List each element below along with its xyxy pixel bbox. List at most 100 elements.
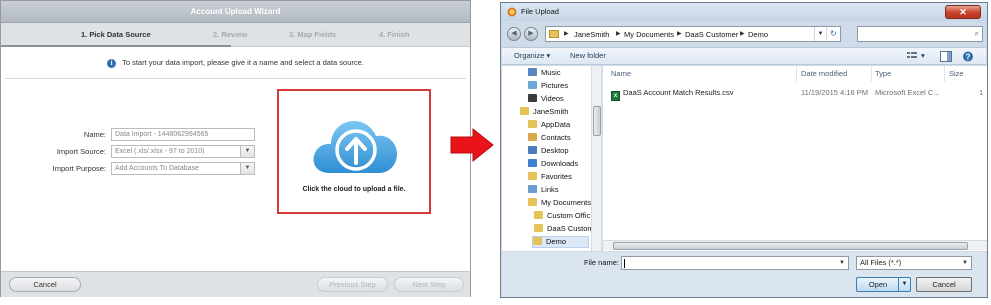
breadcrumb-daas-customer[interactable]: DaaS Customer — [685, 30, 738, 39]
name-label: Name: — [83, 130, 106, 139]
nav-label: AppData — [541, 120, 571, 129]
import-source-select[interactable]: Excel (.xls/.xlsx - 97 to 2010) ▼ — [111, 145, 255, 158]
breadcrumb-my-documents[interactable]: My Documents — [624, 30, 674, 39]
chevron-down-icon[interactable]: ▼ — [240, 163, 254, 174]
file-name-label: File name: — [584, 258, 620, 267]
import-purpose-label: Import Purpose: — [52, 164, 106, 173]
pictures-icon — [528, 81, 537, 89]
nav-item-music[interactable]: Music — [528, 68, 561, 80]
nav-label: Demo — [546, 237, 567, 246]
nav-item-janesmith[interactable]: JaneSmith — [520, 107, 568, 119]
nav-item-contacts[interactable]: Contacts — [528, 133, 571, 145]
dialog-title: File Upload — [521, 7, 559, 16]
nav-item-pictures[interactable]: Pictures — [528, 81, 568, 93]
nav-item-links[interactable]: Links — [528, 185, 559, 197]
nav-scroll-thumb[interactable] — [593, 106, 601, 136]
chevron-down-icon[interactable]: ▼ — [814, 27, 826, 41]
folder-icon — [528, 120, 537, 128]
navigation-pane: Music Pictures Videos JaneSmith AppData … — [502, 66, 602, 251]
horizontal-scroll-thumb[interactable] — [613, 242, 968, 250]
nav-scrollbar[interactable] — [591, 66, 601, 251]
music-icon — [528, 68, 537, 76]
import-purpose-row: Import Purpose: Add Accounts To Database… — [1, 162, 261, 176]
file-name-cell[interactable]: x DaaS Account Match Results.csv — [611, 88, 733, 101]
import-purpose-select[interactable]: Add Accounts To Database ▼ — [111, 162, 255, 175]
chevron-down-icon[interactable]: ▼ — [959, 257, 971, 269]
name-input[interactable]: Data Import - 1448062994565 — [111, 128, 255, 141]
column-type[interactable]: Type — [875, 69, 891, 78]
dialog-cancel-button[interactable]: Cancel — [916, 277, 972, 292]
forward-icon[interactable]: ▶ — [524, 27, 538, 41]
chevron-down-icon[interactable]: ▼ — [836, 257, 848, 269]
organize-menu[interactable]: Organize ▾ — [514, 51, 550, 60]
file-type-cell: Microsoft Excel C... — [875, 88, 940, 97]
column-date-modified[interactable]: Date modified — [801, 69, 847, 78]
step-pick-data-source: 1. Pick Data Source — [81, 30, 151, 39]
close-button[interactable]: ✕ — [945, 5, 981, 19]
nav-item-videos[interactable]: Videos — [528, 94, 564, 106]
nav-item-downloads[interactable]: Downloads — [528, 159, 578, 171]
address-bar[interactable]: ▶ JaneSmith ▶ My Documents ▶ DaaS Custom… — [545, 26, 841, 42]
folder-icon — [533, 237, 542, 245]
file-list: Name Date modified Type Size x DaaS Accou… — [603, 66, 987, 251]
nav-label: JaneSmith — [533, 107, 569, 116]
cancel-button[interactable]: Cancel — [9, 277, 81, 292]
info-text: To start your data import, please give i… — [122, 58, 364, 67]
import-source-value: Excel (.xls/.xlsx - 97 to 2010) — [115, 148, 205, 155]
chevron-right-icon[interactable]: ▶ — [740, 30, 745, 37]
step-finish: 4. Finish — [379, 30, 410, 39]
dialog-toolbar: Organize ▾ New folder ▾ ? — [502, 47, 986, 65]
column-separator[interactable] — [944, 66, 945, 82]
folder-icon — [534, 224, 543, 232]
view-options-icon[interactable] — [906, 51, 918, 62]
dialog-titlebar: File Upload ✕ — [501, 3, 987, 21]
chevron-right-icon[interactable]: ▶ — [677, 30, 682, 37]
upload-drop-zone[interactable]: Click the cloud to upload a file. — [277, 89, 431, 214]
chevron-right-icon[interactable]: ▶ — [564, 30, 569, 37]
search-input[interactable]: ⌕ — [857, 26, 983, 42]
file-type-filter[interactable]: All Files (*.*) ▼ — [856, 256, 972, 270]
nav-item-custom-office[interactable]: Custom Offic — [534, 211, 590, 223]
desktop-icon — [528, 146, 537, 154]
import-source-row: Import Source: Excel (.xls/.xlsx - 97 to… — [1, 145, 261, 159]
nav-label: Music — [541, 68, 561, 77]
search-icon[interactable]: ⌕ — [975, 29, 979, 39]
chevron-right-icon[interactable]: ▶ — [616, 30, 621, 37]
wizard-steps: 1. Pick Data Source 2. Review 3. Map Fie… — [1, 23, 470, 47]
column-separator[interactable] — [796, 66, 797, 82]
file-name: DaaS Account Match Results.csv — [623, 88, 734, 97]
text-caret — [624, 259, 625, 268]
nav-label: Downloads — [541, 159, 579, 168]
nav-item-demo[interactable]: Demo — [532, 236, 589, 248]
info-icon: i — [107, 58, 117, 68]
nav-item-daas-customer[interactable]: DaaS Custom — [534, 224, 594, 236]
nav-label: Favorites — [541, 172, 572, 181]
open-button[interactable]: Open ▼ — [856, 277, 911, 292]
horizontal-scrollbar[interactable] — [603, 240, 987, 250]
cloud-upload-icon[interactable] — [309, 111, 401, 181]
upload-instruction: Click the cloud to upload a file. — [302, 186, 406, 193]
next-step-button[interactable]: Next Step — [394, 277, 464, 292]
column-size[interactable]: Size — [949, 69, 964, 78]
file-name-input[interactable]: ▼ — [621, 256, 849, 270]
nav-item-desktop[interactable]: Desktop — [528, 146, 569, 158]
preview-pane-icon[interactable] — [940, 51, 952, 62]
nav-item-appdata[interactable]: AppData — [528, 120, 570, 132]
back-icon[interactable]: ◀ — [507, 27, 521, 41]
chevron-down-icon[interactable]: ▼ — [240, 146, 254, 157]
previous-step-button[interactable]: Previous Step — [317, 277, 388, 292]
column-name[interactable]: Name — [611, 69, 631, 78]
help-icon[interactable]: ? — [962, 51, 974, 62]
new-folder-button[interactable]: New folder — [570, 51, 606, 60]
nav-label: Desktop — [541, 146, 569, 155]
chevron-down-icon[interactable]: ▼ — [898, 278, 910, 291]
chevron-down-icon[interactable]: ▾ — [921, 51, 925, 60]
file-date-cell: 11/19/2015 4:16 PM — [801, 88, 868, 97]
nav-item-favorites[interactable]: Favorites — [528, 172, 572, 184]
breadcrumb-janesmith[interactable]: JaneSmith — [574, 30, 609, 39]
breadcrumb-demo[interactable]: Demo — [748, 30, 768, 39]
refresh-icon[interactable]: ↻ — [826, 27, 840, 41]
column-separator[interactable] — [871, 66, 872, 82]
nav-item-my-documents[interactable]: My Documents — [528, 198, 591, 210]
wizard-title: Account Upload Wizard — [1, 1, 470, 23]
